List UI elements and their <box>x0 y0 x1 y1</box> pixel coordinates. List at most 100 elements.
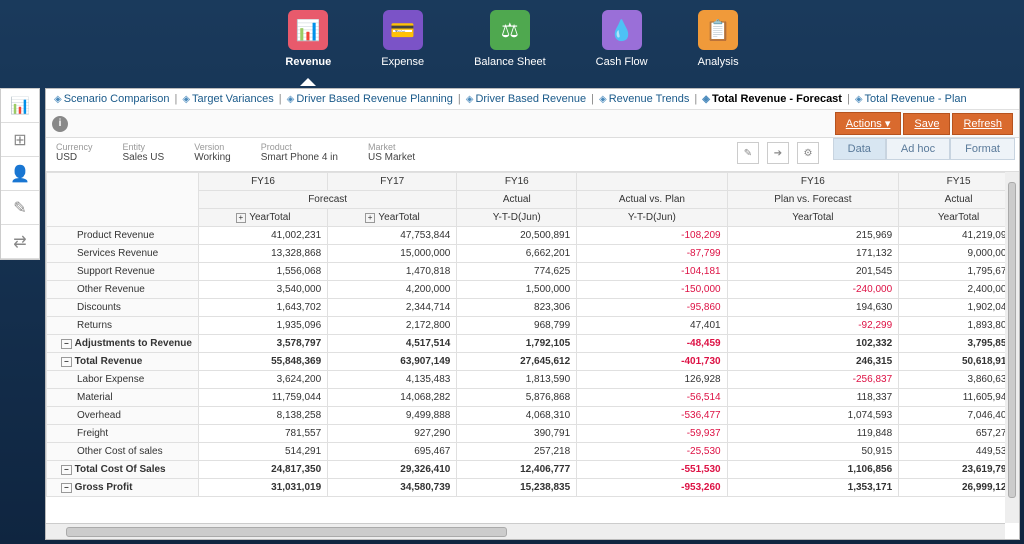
data-cell[interactable]: 29,326,410 <box>328 461 457 479</box>
breadcrumb-item[interactable]: ◈Total Revenue - Plan <box>855 93 967 105</box>
swap-tool-icon[interactable]: ⇄ <box>1 225 39 259</box>
row-label[interactable]: Discounts <box>47 299 199 317</box>
data-cell[interactable]: -240,000 <box>727 281 899 299</box>
data-cell[interactable]: 41,002,231 <box>198 227 327 245</box>
data-cell[interactable]: 514,291 <box>198 443 327 461</box>
data-cell[interactable]: 194,630 <box>727 299 899 317</box>
data-cell[interactable]: -87,799 <box>577 245 727 263</box>
data-cell[interactable]: 1,074,593 <box>727 407 899 425</box>
data-cell[interactable]: 12,406,777 <box>457 461 577 479</box>
data-cell[interactable]: -150,000 <box>577 281 727 299</box>
data-cell[interactable]: 2,400,000 <box>899 281 1019 299</box>
dim-market[interactable]: MarketUS Market <box>368 142 415 163</box>
nav-tile-expense[interactable]: 💳Expense <box>381 10 424 68</box>
data-cell[interactable]: 774,625 <box>457 263 577 281</box>
data-cell[interactable]: 34,580,739 <box>328 479 457 497</box>
collapse-icon[interactable]: − <box>61 483 72 493</box>
row-label[interactable]: Other Revenue <box>47 281 199 299</box>
breadcrumb-item[interactable]: ◈Revenue Trends <box>599 93 689 105</box>
data-cell[interactable]: 15,000,000 <box>328 245 457 263</box>
data-cell[interactable]: 1,500,000 <box>457 281 577 299</box>
data-cell[interactable]: 15,238,835 <box>457 479 577 497</box>
expand-icon[interactable]: + <box>365 213 376 223</box>
data-cell[interactable]: 3,578,797 <box>198 335 327 353</box>
data-cell[interactable]: -536,477 <box>577 407 727 425</box>
cube-tool-icon[interactable]: ⊞ <box>1 123 39 157</box>
data-cell[interactable]: 1,556,068 <box>198 263 327 281</box>
data-cell[interactable]: 9,000,000 <box>899 245 1019 263</box>
dim-version[interactable]: VersionWorking <box>194 142 231 163</box>
data-cell[interactable]: 55,848,369 <box>198 353 327 371</box>
data-cell[interactable]: -551,530 <box>577 461 727 479</box>
data-cell[interactable]: 20,500,891 <box>457 227 577 245</box>
data-cell[interactable]: 14,068,282 <box>328 389 457 407</box>
data-cell[interactable]: 63,907,149 <box>328 353 457 371</box>
expand-icon[interactable]: + <box>236 213 247 223</box>
row-label[interactable]: Services Revenue <box>47 245 199 263</box>
data-cell[interactable]: -56,514 <box>577 389 727 407</box>
brush-tool-icon[interactable]: ✎ <box>1 191 39 225</box>
data-cell[interactable]: -25,530 <box>577 443 727 461</box>
data-cell[interactable]: 1,813,590 <box>457 371 577 389</box>
data-cell[interactable]: 118,337 <box>727 389 899 407</box>
breadcrumb-item[interactable]: ◈Driver Based Revenue <box>466 93 586 105</box>
data-cell[interactable]: 1,792,105 <box>457 335 577 353</box>
data-cell[interactable]: 50,618,918 <box>899 353 1019 371</box>
data-cell[interactable]: 31,031,019 <box>198 479 327 497</box>
data-cell[interactable]: -59,937 <box>577 425 727 443</box>
data-cell[interactable]: 27,645,612 <box>457 353 577 371</box>
tab-adhoc[interactable]: Ad hoc <box>886 138 950 160</box>
breadcrumb-item[interactable]: ◈Driver Based Revenue Planning <box>287 93 453 105</box>
chart-tool-icon[interactable]: 📊 <box>1 89 39 123</box>
data-cell[interactable]: 246,315 <box>727 353 899 371</box>
row-label[interactable]: Material <box>47 389 199 407</box>
collapse-icon[interactable]: − <box>61 339 72 349</box>
data-cell[interactable]: 1,902,048 <box>899 299 1019 317</box>
data-cell[interactable]: 2,172,800 <box>328 317 457 335</box>
tab-data[interactable]: Data <box>833 138 886 160</box>
breadcrumb-item[interactable]: ◈Scenario Comparison <box>54 93 169 105</box>
data-cell[interactable]: -48,459 <box>577 335 727 353</box>
dim-currency[interactable]: CurrencyUSD <box>56 142 93 163</box>
data-cell[interactable]: 1,470,818 <box>328 263 457 281</box>
data-cell[interactable]: 215,969 <box>727 227 899 245</box>
breadcrumb-item[interactable]: ◈Total Revenue - Forecast <box>702 93 842 105</box>
data-cell[interactable]: 2,344,714 <box>328 299 457 317</box>
data-cell[interactable]: 119,848 <box>727 425 899 443</box>
data-cell[interactable]: 927,290 <box>328 425 457 443</box>
row-label[interactable]: Freight <box>47 425 199 443</box>
row-label[interactable]: Other Cost of sales <box>47 443 199 461</box>
row-label[interactable]: Support Revenue <box>47 263 199 281</box>
data-cell[interactable]: 13,328,868 <box>198 245 327 263</box>
data-cell[interactable]: 11,759,044 <box>198 389 327 407</box>
info-icon[interactable]: i <box>52 116 68 132</box>
data-cell[interactable]: 1,643,702 <box>198 299 327 317</box>
data-cell[interactable]: 4,068,310 <box>457 407 577 425</box>
data-cell[interactable]: 201,545 <box>727 263 899 281</box>
arrow-icon[interactable]: ➔ <box>767 142 789 164</box>
data-cell[interactable]: -104,181 <box>577 263 727 281</box>
data-cell[interactable]: -108,209 <box>577 227 727 245</box>
nav-tile-revenue[interactable]: 📊Revenue <box>285 10 331 68</box>
data-cell[interactable]: 823,306 <box>457 299 577 317</box>
data-cell[interactable]: 24,817,350 <box>198 461 327 479</box>
nav-tile-analysis[interactable]: 📋Analysis <box>698 10 739 68</box>
data-cell[interactable]: 6,662,201 <box>457 245 577 263</box>
dim-product[interactable]: ProductSmart Phone 4 in <box>261 142 338 163</box>
row-label[interactable]: Labor Expense <box>47 371 199 389</box>
nav-tile-cash-flow[interactable]: 💧Cash Flow <box>596 10 648 68</box>
data-cell[interactable]: 7,046,404 <box>899 407 1019 425</box>
row-label[interactable]: Overhead <box>47 407 199 425</box>
data-cell[interactable]: 968,799 <box>457 317 577 335</box>
data-cell[interactable]: -953,260 <box>577 479 727 497</box>
refresh-button[interactable]: Refresh <box>952 113 1013 135</box>
vertical-scrollbar[interactable] <box>1005 172 1019 523</box>
data-cell[interactable]: -95,860 <box>577 299 727 317</box>
data-cell[interactable]: 126,928 <box>577 371 727 389</box>
data-cell[interactable]: 50,915 <box>727 443 899 461</box>
data-cell[interactable]: 1,795,672 <box>899 263 1019 281</box>
data-cell[interactable]: 3,860,639 <box>899 371 1019 389</box>
data-cell[interactable]: 390,791 <box>457 425 577 443</box>
data-cell[interactable]: 3,540,000 <box>198 281 327 299</box>
data-cell[interactable]: 102,332 <box>727 335 899 353</box>
